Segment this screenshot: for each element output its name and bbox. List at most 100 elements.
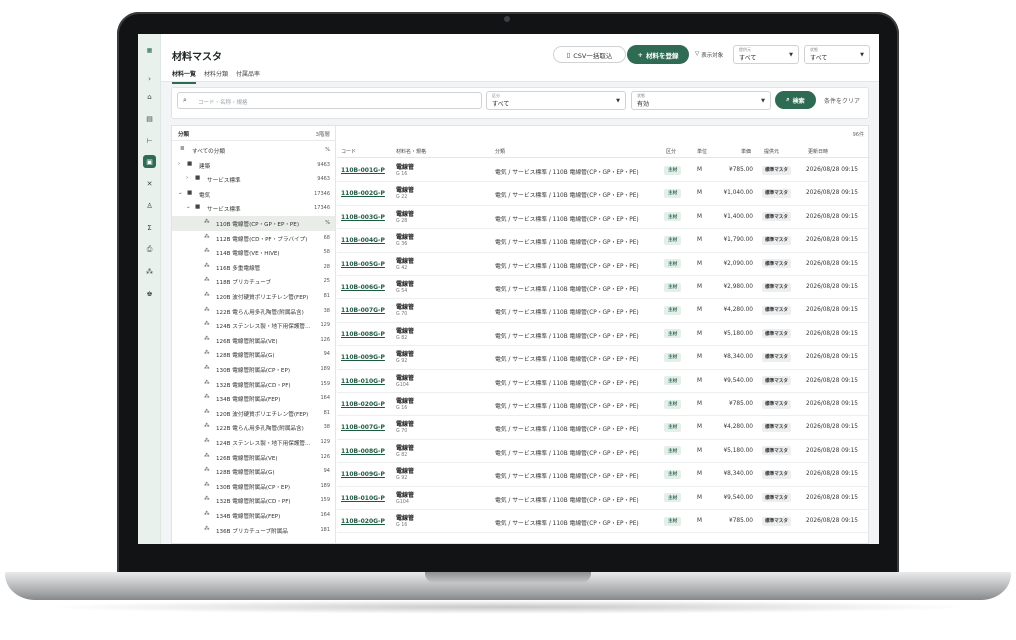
table-row[interactable]: 110B-007G-P 電線管 G 70 電気 / サービス標準 / 110B 電線管…: [337, 299, 870, 323]
flow-icon[interactable]: ⊢: [143, 134, 156, 147]
tree-node[interactable]: ⁂ 136B プリカチューブ附属品 181: [172, 523, 335, 538]
table-row[interactable]: 110B-007G-P 電線管 G 70 電気 / サービス標準 / 110B 電線管…: [337, 416, 870, 440]
chevron-right-icon[interactable]: ›: [143, 72, 156, 85]
search-button[interactable]: ⌕ 検索: [775, 91, 816, 109]
table-row[interactable]: 110B-002G-P 電線管 G 22 電気 / サービス標準 / 110B 電線管…: [337, 182, 870, 206]
table-row[interactable]: 110B-003G-P 電線管 G 28 電気 / サービス標準 / 110B 電線管…: [337, 206, 870, 230]
users-icon[interactable]: ♙: [143, 199, 156, 212]
tree-node[interactable]: ⌄ ■ サービス標準 17346: [172, 201, 335, 216]
tree-node[interactable]: ⁂ 134B 電線管附属品(FEP) 164: [172, 391, 335, 406]
tree-node[interactable]: ⁂ 126B 電線管附属品(VE) 126: [172, 333, 335, 348]
tree-node[interactable]: ⁂ 128B 電線管附属品(G) 94: [172, 464, 335, 479]
material-name: 電線管: [396, 257, 415, 265]
column-provider[interactable]: 提供元: [764, 148, 779, 155]
material-code-link[interactable]: 110B-020G-P: [341, 401, 385, 408]
tab-material-category[interactable]: 材料分類: [204, 69, 228, 84]
chevron-down-icon[interactable]: ⌄: [186, 204, 191, 210]
printer-icon[interactable]: ⎙: [143, 243, 156, 256]
tree-node[interactable]: › ■ 建築 9463: [172, 158, 335, 173]
column-name[interactable]: 材料名・規格: [396, 148, 426, 155]
material-code-link[interactable]: 110B-004G-P: [341, 237, 385, 244]
csv-import-button[interactable]: ▯ CSV一括取込: [553, 46, 626, 63]
material-code-link[interactable]: 110B-002G-P: [341, 190, 385, 197]
tree-node[interactable]: ⁂ 132B 電線管附属品(CD・PF) 159: [172, 377, 335, 392]
column-code[interactable]: コード: [341, 148, 356, 155]
home-icon[interactable]: ⌂: [143, 90, 156, 103]
tree-node[interactable]: › ■ サービス標準 9463: [172, 172, 335, 187]
material-code-link[interactable]: 110B-001G-P: [341, 167, 385, 174]
status-select[interactable]: 状態 すべて ▼: [804, 45, 870, 64]
tree-node[interactable]: ⁂ 132B 電線管附属品(CD・PF) 159: [172, 493, 335, 508]
material-code-link[interactable]: 110B-007G-P: [341, 424, 385, 431]
table-row[interactable]: 110B-008G-P 電線管 G 82 電気 / サービス標準 / 110B 電線管…: [337, 323, 870, 347]
tab-accessory-rate[interactable]: 付属品率: [236, 69, 260, 84]
table-row[interactable]: 110B-009G-P 電線管 G 92 電気 / サービス標準 / 110B 電線管…: [337, 346, 870, 370]
tree-node-count: %: [325, 220, 330, 226]
table-row[interactable]: 110B-006G-P 電線管 G 54 電気 / サービス標準 / 110B 電線管…: [337, 276, 870, 300]
tree-node[interactable]: ⁂ 110B 電線管(CP・GP・EP・PE)%: [172, 216, 335, 231]
material-code-link[interactable]: 110B-020G-P: [341, 518, 385, 525]
search-input[interactable]: ⌕ コード・名称・規格: [177, 92, 482, 109]
table-row[interactable]: 110B-009G-P 電線管 G 92 電気 / サービス標準 / 110B 電線管…: [337, 463, 870, 487]
chevron-right-icon[interactable]: ›: [186, 175, 188, 181]
table-row[interactable]: 110B-005G-P 電線管 G 42 電気 / サービス標準 / 110B 電線管…: [337, 253, 870, 276]
table-row[interactable]: 110B-008G-P 電線管 G 82 電気 / サービス標準 / 110B 電線管…: [337, 440, 870, 464]
tree-node[interactable]: ⁂ 130B 電線管附属品(CP・EP) 189: [172, 362, 335, 377]
material-code-link[interactable]: 110B-009G-P: [341, 471, 385, 478]
table-row[interactable]: 110B-010G-P 電線管 G104 電気 / サービス標準 / 110B 電線管…: [337, 370, 870, 393]
chevron-down-icon[interactable]: ⌄: [178, 190, 183, 196]
tools-icon[interactable]: ✕: [143, 177, 156, 190]
tree-node[interactable]: ⌄ ■ 電気 17346: [172, 187, 335, 202]
table-row[interactable]: 110B-010G-P 電線管 G104 電気 / サービス標準 / 110B 電線管…: [337, 487, 870, 510]
tree-node[interactable]: ⁂ 116B 多重電線管 28: [172, 260, 335, 275]
tree-node[interactable]: ⁂ 112B 電線管(CD・PF・プラバイプ) 68: [172, 231, 335, 246]
logo-icon[interactable]: ▦: [143, 44, 156, 57]
materials-icon[interactable]: ▣: [143, 155, 156, 168]
column-kubun[interactable]: 区分: [666, 148, 676, 155]
material-code-link[interactable]: 110B-010G-P: [341, 378, 385, 385]
provider-select[interactable]: 提供元 すべて ▼: [733, 45, 799, 64]
tree-node[interactable]: ≣ すべての分類%: [172, 143, 335, 158]
material-code-link[interactable]: 110B-005G-P: [341, 261, 385, 268]
tree-node[interactable]: ⁂ 128B 電線管附属品(G) 94: [172, 347, 335, 362]
tree-node[interactable]: ⁂ 120B 波付硬質ポリエチレン管(FEP) 81: [172, 289, 335, 304]
tree-node[interactable]: ⁂ 124B ステンレス製・地下用保護管… 129: [172, 435, 335, 450]
column-updated[interactable]: 更新日時: [808, 148, 828, 155]
tree-node[interactable]: ⁂ 134B 電線管附属品(FEP) 164: [172, 508, 335, 523]
tree-node[interactable]: ⁂ 120B 波付硬質ポリエチレン管(FEP) 81: [172, 406, 335, 421]
add-material-button[interactable]: + 材料を登録: [627, 45, 689, 64]
tree-node[interactable]: ⁂ 114B 電線管(VE・HIVE) 58: [172, 245, 335, 260]
tree-node[interactable]: ⁂ 124B ステンレス製・地下用保護管… 129: [172, 318, 335, 333]
column-category[interactable]: 分類: [495, 148, 505, 155]
category-select[interactable]: 区分 すべて ▼: [486, 91, 626, 110]
material-code-link[interactable]: 110B-008G-P: [341, 448, 385, 455]
material-code-link[interactable]: 110B-007G-P: [341, 307, 385, 314]
tree-node[interactable]: ⁂ 126B 電線管附属品(VE) 126: [172, 450, 335, 465]
tree-node[interactable]: ⁂ 122B 電らん用多孔陶管(附属品含) 38: [172, 420, 335, 435]
laptop-base-notch: [425, 572, 591, 583]
clear-filters-button[interactable]: 条件をクリア: [824, 96, 860, 105]
material-code-link[interactable]: 110B-010G-P: [341, 495, 385, 502]
table-row[interactable]: 110B-004G-P 電線管 G 36 電気 / サービス標準 / 110B 電線管…: [337, 229, 870, 253]
table-row[interactable]: 110B-001G-P 電線管 G 16 電気 / サービス標準 / 110B 電線管…: [337, 159, 870, 183]
material-name: 電線管: [396, 327, 415, 335]
chevron-right-icon[interactable]: ›: [178, 161, 180, 167]
org-icon[interactable]: ♚: [143, 287, 156, 300]
team-icon[interactable]: ⁂: [143, 265, 156, 278]
column-unit[interactable]: 単位: [697, 148, 707, 155]
material-code-link[interactable]: 110B-003G-P: [341, 214, 385, 221]
material-code-link[interactable]: 110B-009G-P: [341, 354, 385, 361]
tree-node[interactable]: ⁂ 118B プリカチューブ 25: [172, 274, 335, 289]
tree-node[interactable]: ⁂ 122B 電らん用多孔陶管(附属品含) 38: [172, 304, 335, 319]
table-row[interactable]: 110B-020G-P 電線管 G 16 電気 / サービス標準 / 110B 電線管…: [337, 510, 870, 534]
tree-node[interactable]: ⁂ 130B 電線管附属品(CP・EP) 189: [172, 479, 335, 494]
status-filter-select[interactable]: 状態 有効 ▼: [631, 91, 771, 110]
sigma-icon[interactable]: Σ: [143, 221, 156, 234]
document-icon[interactable]: ▤: [143, 112, 156, 125]
material-code-link[interactable]: 110B-008G-P: [341, 331, 385, 338]
table-row[interactable]: 110B-020G-P 電線管 G 16 電気 / サービス標準 / 110B 電線管…: [337, 393, 870, 417]
material-code-link[interactable]: 110B-006G-P: [341, 284, 385, 291]
tab-material-list[interactable]: 材料一覧: [172, 69, 197, 84]
column-price[interactable]: 単価: [741, 148, 751, 155]
kubun-badge: 主材: [664, 305, 682, 315]
